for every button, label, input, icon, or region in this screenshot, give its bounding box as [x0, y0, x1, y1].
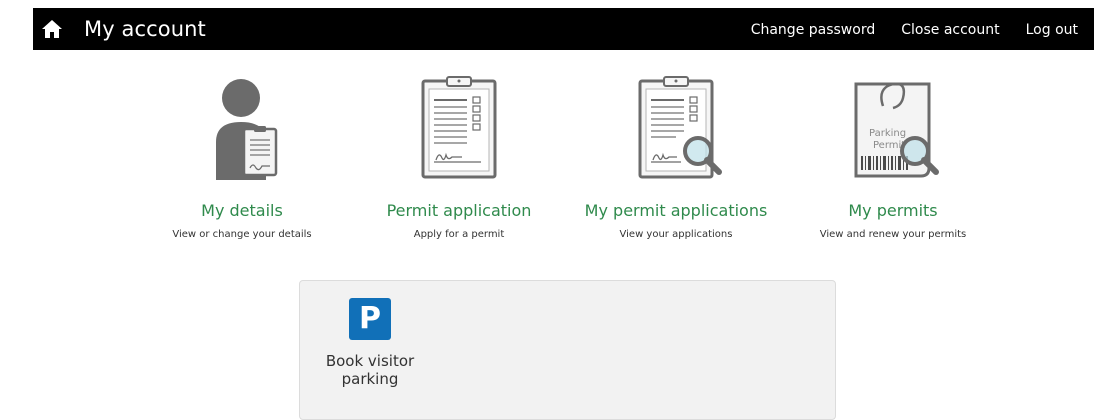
clipboard-search-icon[interactable] — [626, 76, 726, 180]
services-panel: P Book visitor parking — [299, 280, 836, 420]
tile-permit-application[interactable]: Permit application Apply for a permit — [354, 76, 564, 240]
home-icon[interactable] — [41, 19, 63, 39]
close-account-link[interactable]: Close account — [901, 21, 999, 39]
tile-title[interactable]: My details — [137, 201, 347, 221]
permit-tag-text: Parking — [869, 128, 906, 139]
tile-description: Apply for a permit — [413, 229, 505, 240]
book-visitor-parking-label[interactable]: Book visitor parking — [308, 352, 432, 388]
person-with-document-icon[interactable] — [192, 76, 292, 180]
log-out-link[interactable]: Log out — [1026, 21, 1078, 39]
tile-title[interactable]: My permits — [788, 201, 998, 221]
tile-title[interactable]: Permit application — [354, 201, 564, 221]
tile-my-details[interactable]: My details View or change your details — [137, 76, 347, 240]
top-bar: My account Change password Close account… — [33, 8, 1094, 50]
tile-description: View or change your details — [172, 229, 312, 240]
page-title: My account — [84, 17, 206, 41]
change-password-link[interactable]: Change password — [751, 21, 876, 39]
account-nav: Change password Close account Log out — [725, 21, 1078, 39]
tile-my-permit-applications[interactable]: My permit applications View your applica… — [571, 76, 781, 240]
clipboard-form-icon[interactable] — [409, 76, 509, 180]
tile-title[interactable]: My permit applications — [571, 201, 781, 221]
parking-permit-search-icon[interactable]: Parking Permit — [843, 76, 943, 180]
tile-description: View your applications — [619, 229, 733, 240]
tile-description: View and renew your permits — [819, 229, 967, 240]
book-visitor-parking-button[interactable]: P Book visitor parking — [308, 298, 432, 388]
tile-my-permits[interactable]: Parking Permit My permits View and renew… — [788, 76, 998, 240]
parking-icon[interactable]: P — [349, 298, 391, 340]
